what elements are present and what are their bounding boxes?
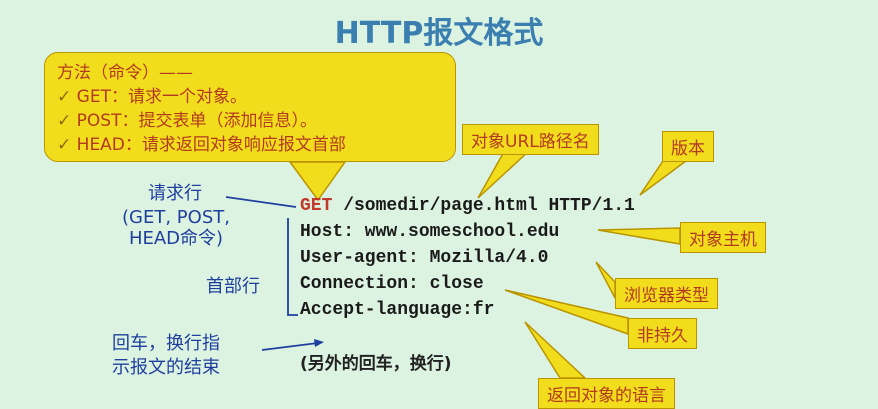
host-callout-pointer xyxy=(597,227,681,245)
extra-crlf-label: (另外的回车，换行) xyxy=(300,354,452,374)
header-user-agent: User-agent: Mozilla/4.0 xyxy=(300,248,549,268)
request-line-detail: (GET, POST, HEAD命令) xyxy=(122,207,230,249)
language-callout-pointer xyxy=(524,321,587,379)
url-callout: 对象URL路径名 xyxy=(462,124,599,155)
header-connection: Connection: close xyxy=(300,274,484,294)
method-callout-pointer xyxy=(288,161,347,202)
version-callout-pointer xyxy=(639,157,693,196)
method-callout-heading: 方法（命令）—— xyxy=(57,63,193,83)
nonpersistent-callout: 非持久 xyxy=(628,318,697,349)
header-lines-label: 首部行 xyxy=(206,276,260,297)
nonpersistent-callout-pointer xyxy=(504,289,629,336)
request-line-label: 请求行 xyxy=(148,183,202,204)
method-item: ✓ POST：提交表单（添加信息）。 xyxy=(57,111,317,131)
header-lines-bracket xyxy=(287,218,298,316)
browser-callout: 浏览器类型 xyxy=(615,278,718,309)
method-item: ✓ GET：请求一个对象。 xyxy=(57,87,247,107)
browser-callout-pointer xyxy=(595,261,616,299)
header-host: Host: www.someschool.edu xyxy=(300,222,560,242)
method-item: ✓ HEAD：请求返回对象响应报文首部 xyxy=(57,135,346,155)
crlf-label: 回车，换行指 示报文的结束 xyxy=(112,333,220,378)
request-line-arrow xyxy=(225,196,297,208)
version-callout: 版本 xyxy=(662,131,714,162)
language-callout: 返回对象的语言 xyxy=(538,378,675,409)
method-callout: 方法（命令）—— ✓ GET：请求一个对象。 ✓ POST：提交表单（添加信息）… xyxy=(44,52,456,162)
url-callout-pointer xyxy=(477,149,532,199)
method-get: GET xyxy=(300,196,333,216)
host-callout: 对象主机 xyxy=(680,222,766,253)
header-accept-language: Accept-language:fr xyxy=(300,300,495,320)
request-line: GET /somedir/page.html HTTP/1.1 xyxy=(300,196,635,216)
